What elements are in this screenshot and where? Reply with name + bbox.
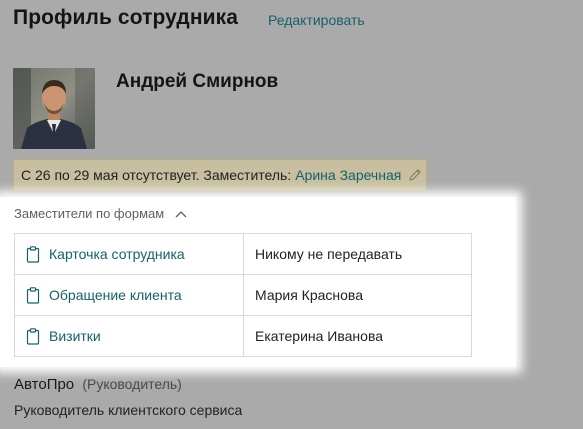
clipboard-icon	[26, 327, 40, 345]
deputy-cell: Никому не передавать	[243, 233, 472, 275]
employee-name: Андрей Смирнов	[116, 71, 279, 92]
table-row: Карточка сотрудника Никому не передавать	[14, 233, 472, 275]
edit-profile-link[interactable]: Редактировать	[268, 12, 365, 28]
forms-section-title: Заместители по формам	[14, 206, 165, 221]
page-title: Профиль сотрудника	[13, 6, 239, 29]
form-link[interactable]: Обращение клиента	[49, 287, 182, 303]
avatar	[13, 68, 95, 149]
pencil-icon[interactable]	[407, 167, 423, 183]
clipboard-icon	[26, 286, 40, 304]
table-row: Обращение клиента Мария Краснова	[14, 274, 472, 316]
forms-section-toggle[interactable]: Заместители по формам	[14, 206, 188, 221]
deputy-cell: Екатерина Иванова	[243, 315, 472, 357]
absence-text: С 26 по 29 мая отсутствует. Заместитель:	[21, 167, 292, 183]
form-link[interactable]: Карточка сотрудника	[49, 246, 185, 262]
deputy-cell: Мария Краснова	[243, 274, 472, 316]
table-row: Визитки Екатерина Иванова	[14, 315, 472, 357]
form-link[interactable]: Визитки	[49, 328, 101, 344]
chevron-up-icon	[174, 209, 188, 219]
organization-line: АвтоПро (Руководитель)	[14, 376, 182, 393]
deputy-link[interactable]: Арина Заречная	[295, 167, 401, 183]
company-name: АвтоПро	[14, 376, 75, 393]
clipboard-icon	[26, 245, 40, 263]
absence-banner: С 26 по 29 мая отсутствует. Заместитель:…	[13, 159, 427, 191]
company-role: (Руководитель)	[82, 376, 182, 392]
forms-deputies-table: Карточка сотрудника Никому не передавать…	[14, 233, 472, 357]
job-position: Руководитель клиентского сервиса	[14, 402, 243, 418]
